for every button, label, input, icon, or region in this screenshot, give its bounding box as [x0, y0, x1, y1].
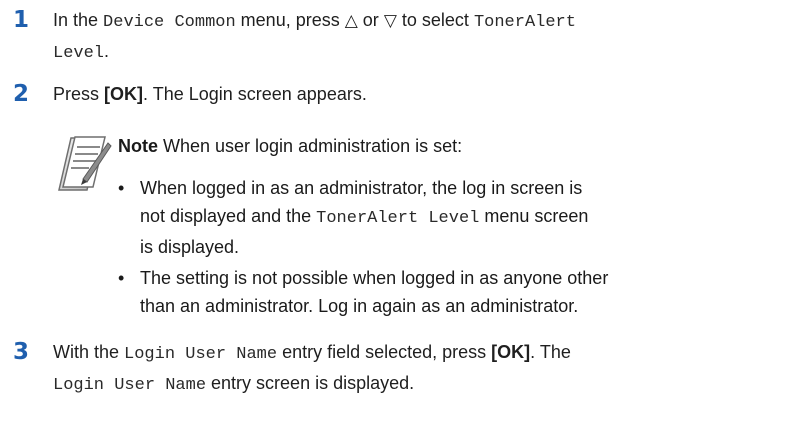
- up-arrow-icon: △: [344, 11, 358, 31]
- menu-item-name: TonerAlert Level: [316, 209, 480, 228]
- bullet-icon: •: [118, 268, 125, 288]
- step-text-part: entry screen is displayed.: [206, 373, 415, 393]
- bullet-text: The setting is not possible when logged …: [140, 264, 804, 320]
- bullet-line: The setting is not possible when logged …: [140, 268, 609, 288]
- step-text-part: Press: [53, 84, 105, 104]
- ok-key-label: [OK]: [491, 342, 531, 362]
- step-text: With the Login User Name entry field sel…: [53, 338, 798, 400]
- field-name: Login User Name: [124, 345, 278, 364]
- bullet-line: not displayed and the TonerAlert Level m…: [140, 202, 804, 233]
- step-text: In the Device Common menu, press △ or ▽ …: [53, 6, 798, 68]
- bullet-line: than an administrator. Log in again as a…: [140, 296, 579, 316]
- step-text-part: or: [357, 10, 384, 30]
- bullet-icon: •: [118, 178, 125, 198]
- step-number: 3: [13, 339, 30, 365]
- step-text-part: entry field selected, press: [277, 342, 492, 362]
- step-number: 2: [13, 81, 30, 107]
- note-bullet-1: • When logged in as an administrator, th…: [118, 174, 804, 258]
- step-text-part: .: [104, 41, 110, 61]
- bullet-line: When logged in as an administrator, the …: [140, 178, 583, 198]
- note-label: Note: [118, 136, 158, 156]
- step-text-part: . The Login screen appears.: [143, 84, 367, 104]
- bullet-text: When logged in as an administrator, the …: [140, 174, 804, 261]
- step-text-part: menu, press: [235, 10, 345, 30]
- field-name: Login User Name: [53, 376, 207, 395]
- ok-key-label: [OK]: [104, 84, 144, 104]
- step-number: 1: [13, 7, 30, 33]
- down-arrow-icon: ▽: [383, 11, 397, 31]
- menu-item-name: Level: [53, 44, 105, 63]
- step-text-part: With the: [53, 342, 125, 362]
- bullet-text-part: not displayed and the: [140, 206, 317, 226]
- step-text-part: . The: [530, 342, 571, 362]
- step-text: Press [OK]. The Login screen appears.: [53, 80, 798, 108]
- note-pad-icon: [58, 136, 112, 191]
- note-intro: When user login administration is set:: [158, 136, 463, 156]
- step-text-part: to select: [396, 10, 474, 30]
- bullet-line: is displayed.: [140, 237, 240, 257]
- note-bullet-2: • The setting is not possible when logge…: [118, 264, 804, 320]
- step-text-part: In the: [53, 10, 104, 30]
- note-heading: Note When user login administration is s…: [118, 132, 462, 160]
- bullet-text-part: menu screen: [479, 206, 589, 226]
- menu-name: Device Common: [103, 13, 236, 32]
- menu-item-name: TonerAlert: [473, 13, 576, 32]
